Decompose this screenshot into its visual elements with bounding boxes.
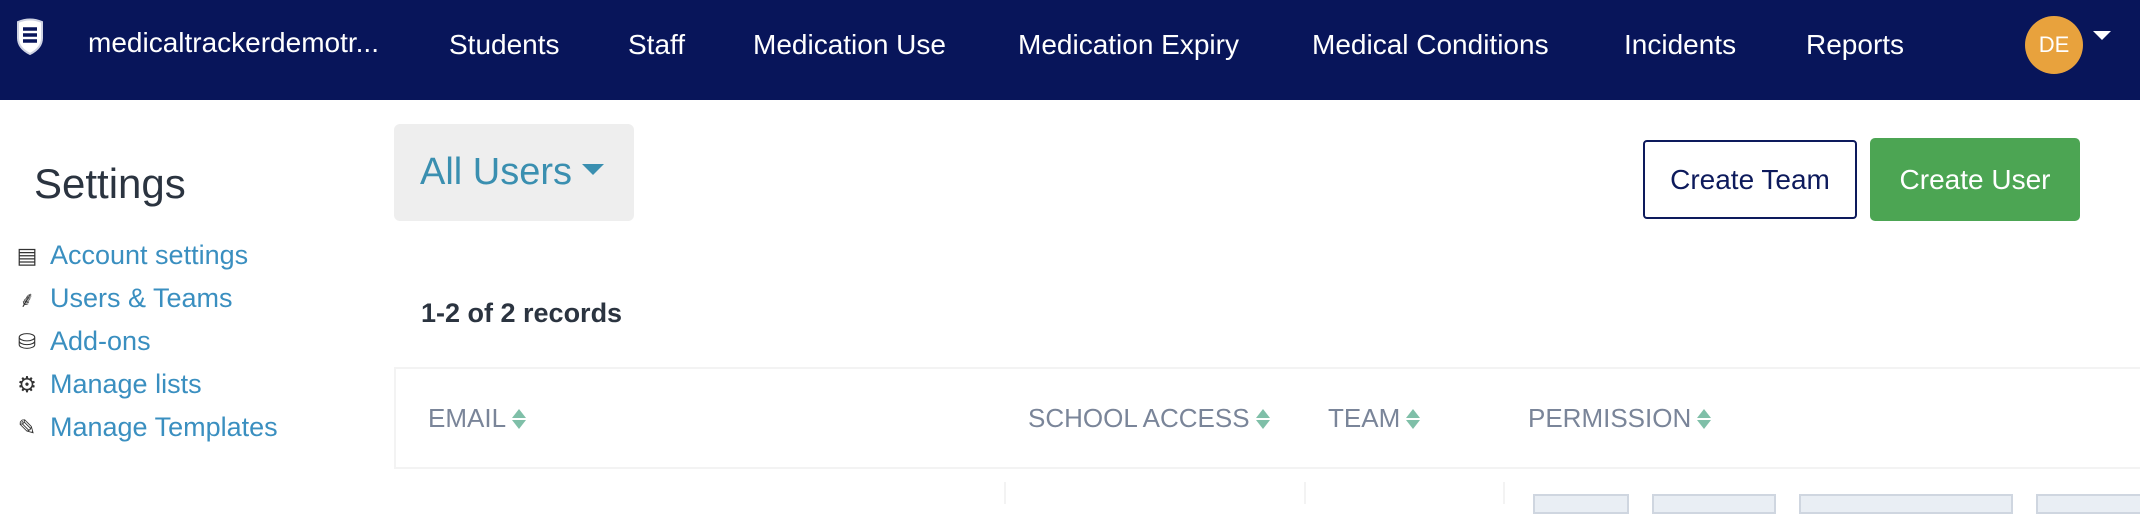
column-divider [1503,482,1505,504]
pencil-icon: ✎ [17,414,37,440]
sort-icon [1255,408,1270,429]
column-permission[interactable]: PERMISSION [1528,403,1712,434]
top-nav: medicaltrackerdemotr... Students Staff M… [0,0,2140,100]
nav-students[interactable]: Students [449,29,560,61]
column-team[interactable]: TEAM [1328,403,1421,434]
column-school-access[interactable]: SCHOOL ACCESS [1028,403,1270,434]
nav-medication-expiry[interactable]: Medication Expiry [1018,29,1239,61]
permission-toggle[interactable] [1652,494,1776,514]
sidebar-item-label: Manage Templates [50,412,278,442]
sidebar-item-manage-templates[interactable]: ✎ Manage Templates [14,412,278,443]
nav-staff[interactable]: Staff [628,29,685,61]
sidebar-item-account-settings[interactable]: ▤ Account settings [14,240,249,271]
column-label: PERMISSION [1528,403,1692,433]
column-divider [1304,482,1306,504]
sort-icon [1406,408,1421,429]
column-label: EMAIL [428,403,507,433]
create-team-button[interactable]: Create Team [1643,140,1857,219]
caret-down-icon [582,164,605,175]
sidebar-item-label: Account settings [50,240,249,270]
filter-label: All Users [420,151,573,193]
nav-medication-use[interactable]: Medication Use [753,29,946,61]
sidebar-item-label: Manage lists [50,369,202,399]
sort-icon [512,408,527,429]
column-label: SCHOOL ACCESS [1028,403,1250,433]
nav-medical-conditions[interactable]: Medical Conditions [1312,29,1549,61]
list-alt-icon: ▤ [16,242,38,268]
column-divider [1004,482,1006,504]
sidebar-item-label: Add-ons [50,326,151,356]
sidebar-item-label: Users & Teams [50,283,233,313]
nav-incidents[interactable]: Incidents [1624,29,1736,61]
records-count: 1-2 of 2 records [421,298,623,328]
permission-toggle[interactable] [1799,494,2013,514]
shield-icon[interactable] [15,18,45,56]
brand-name[interactable]: medicaltrackerdemotr... [88,27,379,59]
user-filter-dropdown[interactable]: All Users [394,124,634,221]
database-icon: ⛁ [17,328,37,354]
column-email[interactable]: EMAIL [428,403,527,434]
user-menu-caret-icon[interactable] [2093,31,2111,40]
gear-icon: ⚙ [17,371,37,397]
sort-icon [1697,408,1712,429]
sitemap-icon: ⸙ [18,286,36,312]
sidebar-item-add-ons[interactable]: ⛁ Add-ons [14,326,151,357]
permission-toggle[interactable] [1533,494,1629,514]
sidebar-item-manage-lists[interactable]: ⚙ Manage lists [14,369,202,400]
create-user-button[interactable]: Create User [1870,138,2080,221]
column-label: TEAM [1328,403,1401,433]
nav-reports[interactable]: Reports [1806,29,1904,61]
permission-toggle[interactable] [2036,494,2140,514]
user-avatar[interactable]: DE [2025,16,2083,74]
settings-title: Settings [34,160,186,207]
sidebar-item-users-teams[interactable]: ⸙ Users & Teams [14,283,233,314]
